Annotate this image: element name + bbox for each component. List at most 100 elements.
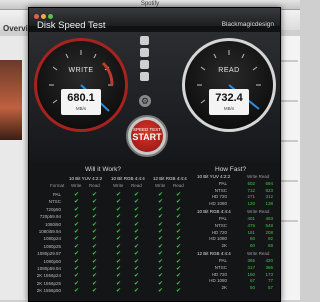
will-it-work-row: 1080p29.97 ✔ ✔ ✔ ✔ ✔ ✔ [29, 251, 195, 257]
checkmark-icon: ✔ [158, 266, 164, 272]
checkmark-icon: ✔ [116, 258, 122, 265]
start-button[interactable]: SPEED TEST START [126, 115, 168, 157]
how-fast-format-label: HD 720 [211, 194, 227, 200]
checkmark-icon: ✔ [116, 266, 122, 272]
read-gauge-dial [197, 50, 261, 110]
checkmark-icon: ✔ [92, 243, 98, 250]
read-unit: MB/s [223, 106, 235, 111]
gear-icon[interactable]: ⚙ [139, 95, 151, 107]
will-it-work-group-header: 10 Bit YUV 4:2:2 [69, 176, 103, 181]
close-button[interactable] [34, 14, 39, 19]
how-fast-read-fps: 312 [265, 194, 273, 200]
checkmark-icon: ✔ [158, 221, 164, 228]
how-fast-read-fps: 463 [265, 216, 273, 222]
checkmark-icon: ✔ [158, 236, 164, 243]
will-it-work-row: PAL ✔ ✔ ✔ ✔ ✔ ✔ [29, 192, 195, 198]
how-fast-column-labels: Write Read [247, 209, 270, 215]
checkmark-icon: ✔ [176, 266, 182, 272]
checkmark-icon: ✔ [92, 266, 98, 272]
format-label: 720p50 [45, 206, 61, 212]
how-fast-read-fps: 77 [267, 278, 273, 284]
checkmark-icon: ✔ [74, 280, 80, 287]
minimize-button[interactable] [41, 14, 46, 19]
checkmark-icon: ✔ [74, 266, 80, 272]
checkmark-icon: ✔ [74, 214, 80, 221]
format-label: 1080p29.97 [37, 251, 61, 257]
checkmark-icon: ✔ [74, 229, 80, 235]
album-art-thumbnail[interactable] [0, 60, 22, 140]
background-list-line [281, 180, 298, 182]
how-fast-format-label: HD 1080 [209, 200, 227, 206]
how-fast-column-labels: Write Read [247, 174, 270, 179]
checkmark-icon: ✔ [116, 288, 122, 295]
how-fast-group-header: 10 Bit YUV 4:2:2 [197, 174, 231, 179]
checkmark-icon: ✔ [116, 243, 122, 250]
checkmark-icon: ✔ [116, 192, 122, 198]
write-value: 680.1 [67, 92, 95, 104]
will-it-work-column-label: Read [89, 183, 100, 188]
how-fast-row: 2K 50 57 [189, 285, 279, 291]
checkmark-icon: ✔ [74, 206, 80, 213]
how-fast-write-fps: 150 [247, 271, 255, 277]
how-fast-row: NTSC 712 823 [189, 188, 279, 194]
checkmark-icon: ✔ [74, 288, 80, 295]
will-it-work-row: 720p50 ✔ ✔ ✔ ✔ ✔ ✔ [29, 207, 195, 213]
will-it-work-row: 2K 1556p50 ✔ ✔ ✔ ✔ ✔ ✔ [29, 288, 195, 294]
checkmark-icon: ✔ [134, 229, 140, 235]
checkmark-icon: ✔ [158, 206, 164, 213]
checkmark-icon: ✔ [176, 236, 182, 243]
checkmark-icon: ✔ [176, 221, 182, 228]
settings-button[interactable] [140, 48, 149, 57]
format-label: PAL [52, 192, 61, 197]
how-fast-read-fps: 68 [267, 242, 273, 248]
checkmark-icon: ✔ [92, 192, 98, 198]
write-unit: MB/s [75, 106, 87, 111]
window-title: Disk Speed Test [37, 20, 106, 31]
how-fast-row: NTSC 475 548 [189, 223, 279, 229]
checkmark-icon: ✔ [116, 229, 122, 235]
checkmark-icon: ✔ [116, 273, 122, 280]
checkmark-icon: ✔ [134, 266, 140, 272]
format-label: NTSC [48, 199, 61, 205]
checkmark-icon: ✔ [134, 273, 140, 280]
checkmark-icon: ✔ [92, 199, 98, 206]
stress-button[interactable] [140, 60, 149, 69]
how-fast-read-fps: 57 [267, 284, 273, 290]
write-readout: 680.1 MB/s [61, 89, 101, 115]
format-label: 1080p24 [43, 236, 61, 242]
checkmark-icon: ✔ [92, 221, 98, 228]
how-fast-format-label: PAL [218, 258, 227, 264]
checkmark-icon: ✔ [116, 206, 122, 213]
checkmark-icon: ✔ [176, 214, 182, 221]
checkmark-icon: ✔ [134, 214, 140, 221]
will-it-work-row: 1080i59.94 ✔ ✔ ✔ ✔ ✔ ✔ [29, 229, 195, 235]
read-gauge: READ 732.4 MB/s [182, 38, 276, 132]
how-fast-format-label: HD 720 [211, 271, 227, 277]
checkmark-icon: ✔ [92, 229, 98, 235]
checkmark-icon: ✔ [134, 221, 140, 228]
background-list-line [281, 60, 298, 62]
checkmark-icon: ✔ [158, 273, 164, 280]
checkmark-icon: ✔ [158, 251, 164, 258]
will-it-work-group-header: 10 Bit RGB 4:4:4 [111, 176, 145, 181]
read-value: 732.4 [215, 92, 243, 104]
how-fast-row: PAL 365 420 [189, 258, 279, 264]
zoom-button[interactable] [48, 14, 53, 19]
background-right-panel [279, 36, 300, 300]
how-fast-write-fps: 602 [247, 181, 255, 186]
checkmark-icon: ✔ [134, 236, 140, 243]
checkmark-icon: ✔ [74, 192, 80, 198]
checkmark-icon: ✔ [74, 251, 80, 258]
how-fast-read-fps: 548 [265, 223, 273, 228]
target-drive-button[interactable] [140, 36, 149, 45]
checkmark-icon: ✔ [92, 236, 98, 243]
how-fast-write-fps: 120 [247, 200, 255, 206]
checkmark-icon: ✔ [134, 243, 140, 250]
will-it-work-column-label: Write [113, 183, 124, 188]
how-fast-read-fps: 138 [265, 200, 273, 206]
how-fast-write-fps: 50 [249, 284, 255, 290]
will-it-work-row: 720p59.94 ✔ ✔ ✔ ✔ ✔ ✔ [29, 214, 195, 220]
file-size-button[interactable] [140, 72, 149, 81]
how-fast-row: HD 720 150 173 [189, 272, 279, 278]
checkmark-icon: ✔ [134, 206, 140, 213]
